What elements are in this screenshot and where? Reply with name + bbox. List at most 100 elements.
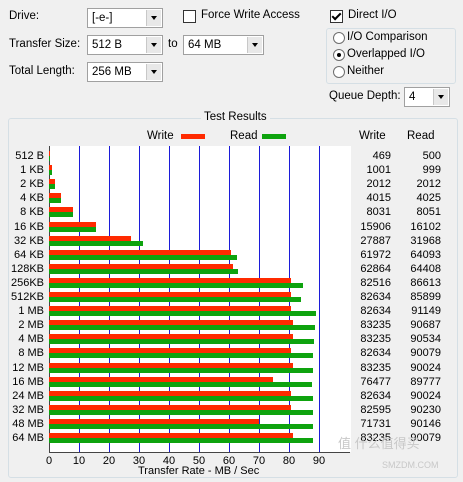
write-value: 2012 <box>366 178 391 191</box>
row-label: 12 MB <box>12 361 44 374</box>
row-label: 32 KB <box>14 234 44 247</box>
write-value: 82516 <box>360 276 391 289</box>
write-value: 83235 <box>360 319 391 332</box>
read-bar <box>49 381 312 387</box>
x-tick-label: 30 <box>132 455 146 467</box>
write-value: 83235 <box>360 333 391 346</box>
row-label: 512 B <box>15 150 44 162</box>
read-value: 91149 <box>411 305 441 318</box>
row-label: 4 KB <box>20 192 44 205</box>
read-value: 90079 <box>410 347 441 360</box>
row-label: 8 KB <box>20 206 44 219</box>
read-value: 90024 <box>410 361 441 374</box>
write-value: 15906 <box>360 220 391 233</box>
write-value: 76477 <box>360 375 391 388</box>
read-bar <box>49 254 237 260</box>
read-value: 31968 <box>410 234 441 247</box>
read-bar <box>49 212 73 218</box>
row-label: 16 KB <box>14 220 44 233</box>
write-value: 8031 <box>366 206 391 219</box>
x-tick-label: 10 <box>72 455 86 467</box>
row-label: 4 MB <box>18 333 44 346</box>
row-label: 16 MB <box>12 375 44 388</box>
row-label: 512KB <box>10 291 44 303</box>
read-value: 90024 <box>410 389 441 402</box>
read-bar <box>49 156 51 161</box>
gridline <box>319 146 320 452</box>
row-label: 1 KB <box>20 164 44 177</box>
write-value: 27887 <box>360 234 391 247</box>
column-header-write: Write <box>359 130 386 142</box>
x-axis-line <box>49 452 350 453</box>
write-value: 71731 <box>360 417 391 430</box>
read-value: 64093 <box>410 248 441 261</box>
x-tick-label: 90 <box>312 455 326 467</box>
x-tick-label: 0 <box>45 455 53 467</box>
watermark: 值 什么值得买 <box>338 436 420 451</box>
row-label: 24 MB <box>12 389 44 402</box>
read-bar <box>49 339 315 345</box>
write-value: 4015 <box>366 192 391 205</box>
read-bar <box>49 282 303 288</box>
read-value: 90230 <box>410 403 441 416</box>
read-value: 89777 <box>410 375 441 388</box>
x-tick-label: 80 <box>282 455 296 467</box>
row-label: 256KB <box>10 276 44 289</box>
read-bar <box>49 198 61 204</box>
legend-read-label: Read <box>230 130 258 142</box>
watermark-sub: SMZDM.COM <box>382 460 439 470</box>
read-bar <box>49 297 301 302</box>
row-label: 64 KB <box>14 248 44 261</box>
row-label: 2 MB <box>18 319 44 332</box>
write-value: 469 <box>372 150 391 162</box>
x-tick-label: 50 <box>192 455 206 467</box>
write-value: 82634 <box>360 305 391 318</box>
legend-read-swatch <box>262 134 286 139</box>
row-label: 48 MB <box>12 417 44 430</box>
row-label: 128KB <box>10 262 44 275</box>
read-value: 85899 <box>410 291 441 303</box>
read-value: 999 <box>422 164 441 177</box>
write-value: 1001 <box>366 164 391 177</box>
read-value: 90146 <box>410 417 441 430</box>
column-header-read: Read <box>407 130 435 142</box>
read-value: 4025 <box>416 192 441 205</box>
read-bar <box>49 240 143 246</box>
read-value: 8051 <box>416 206 441 219</box>
write-value: 61972 <box>360 248 391 261</box>
x-tick-label: 20 <box>102 455 116 467</box>
read-bar <box>49 184 55 190</box>
row-label: 1 MB <box>18 305 44 318</box>
read-bar <box>49 395 313 401</box>
read-bar <box>49 170 52 176</box>
read-bar <box>49 438 313 443</box>
write-value: 82634 <box>360 389 391 402</box>
read-bar <box>49 367 313 373</box>
read-bar <box>49 409 314 415</box>
row-label: 8 MB <box>18 347 44 360</box>
row-label: 64 MB <box>12 432 44 444</box>
write-value: 62864 <box>360 262 391 275</box>
row-label: 32 MB <box>12 403 44 416</box>
read-bar <box>49 325 315 331</box>
read-value: 2012 <box>416 178 441 191</box>
read-bar <box>49 311 317 317</box>
legend-write-swatch <box>181 134 205 139</box>
read-value: 64408 <box>410 262 441 275</box>
read-bar <box>49 353 313 359</box>
read-value: 500 <box>422 150 441 162</box>
write-value: 82595 <box>360 403 391 416</box>
read-value: 86613 <box>410 276 441 289</box>
read-value: 90687 <box>410 319 441 332</box>
row-label: 2 KB <box>20 178 44 191</box>
x-tick-label: 60 <box>222 455 236 467</box>
read-value: 90534 <box>410 333 441 346</box>
write-value: 82634 <box>360 347 391 360</box>
read-value: 16102 <box>410 220 441 233</box>
x-tick-label: 40 <box>162 455 176 467</box>
legend-write-label: Write <box>147 130 174 142</box>
results-chart: Write Read Write Read Transfer Rate - MB… <box>0 0 463 482</box>
write-value: 83235 <box>360 361 391 374</box>
x-tick-label: 70 <box>252 455 266 467</box>
read-bar <box>49 268 238 274</box>
